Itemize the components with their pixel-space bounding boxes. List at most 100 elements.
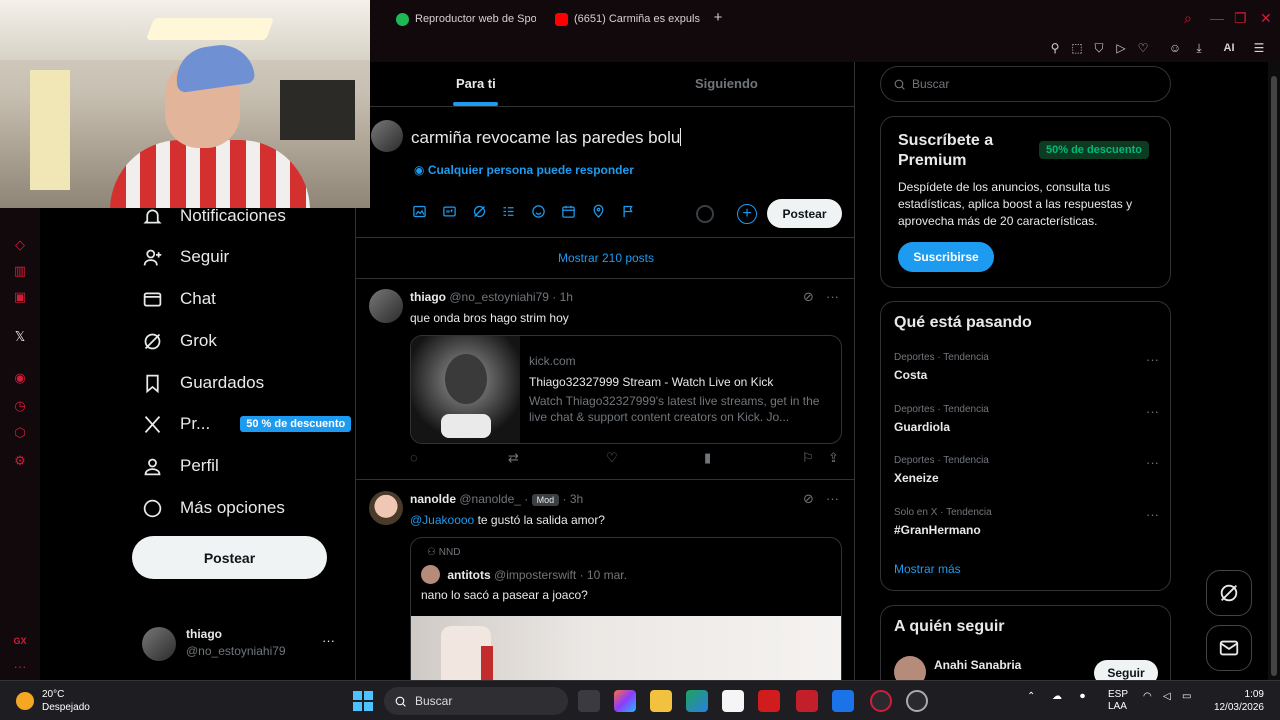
grok-icon[interactable]: ⊘: [803, 491, 814, 507]
like-icon[interactable]: ♡: [606, 450, 618, 466]
nav-chat[interactable]: Chat: [140, 284, 216, 314]
grok-tool-icon[interactable]: [472, 204, 492, 224]
battery-icon[interactable]: ▭: [1182, 691, 1191, 702]
more-icon[interactable]: ···: [826, 491, 839, 506]
nav-premium[interactable]: Pr... 50 % de descuento: [140, 409, 352, 439]
more-icon[interactable]: ···: [826, 289, 839, 304]
schedule-icon[interactable]: [561, 204, 581, 224]
tab-para-ti[interactable]: Para ti: [456, 76, 496, 91]
reply-icon[interactable]: ◌: [410, 450, 418, 465]
grok-float-button[interactable]: [1206, 570, 1252, 616]
windows-start-icon[interactable]: [353, 691, 373, 711]
twitch-icon[interactable]: ▥: [11, 262, 29, 280]
messages-float-button[interactable]: [1206, 625, 1252, 671]
search-icon[interactable]: ⌕: [1184, 10, 1192, 27]
views-icon[interactable]: ▮: [704, 450, 711, 466]
mcafee-icon[interactable]: [796, 690, 818, 712]
add-thread-button[interactable]: +: [737, 204, 757, 224]
location-icon[interactable]: [591, 204, 611, 224]
profile-icon[interactable]: ☺: [1166, 39, 1184, 57]
taskbar-search[interactable]: Buscar: [384, 687, 568, 715]
more-icon[interactable]: ···: [1146, 455, 1159, 470]
volume-icon[interactable]: ◁: [1163, 691, 1171, 702]
post[interactable]: nanolde @nanolde_ · Mod · 3h ⊘ ··· @Juak…: [356, 481, 854, 680]
emoji-icon[interactable]: [531, 204, 551, 224]
more-icon[interactable]: ···: [1146, 352, 1159, 367]
quoted-post[interactable]: ⚇ NND antitots @imposterswift · 10 mar. …: [410, 537, 842, 680]
account-switcher[interactable]: thiago @no_estoyniahi79 ···: [142, 625, 342, 665]
image-icon[interactable]: [412, 204, 432, 224]
nav-grok[interactable]: Grok: [140, 326, 217, 356]
gif-icon[interactable]: [442, 204, 462, 224]
wifi-icon[interactable]: ◠: [1143, 691, 1152, 702]
trend-item[interactable]: Deportes · Tendencia Guardiola ···: [894, 404, 1159, 444]
mic-icon[interactable]: ⏺: [1080, 691, 1085, 702]
show-more-link[interactable]: Mostrar más: [894, 562, 961, 576]
compose-input[interactable]: carmiña revocame las paredes bolu: [411, 128, 682, 148]
history-icon[interactable]: ◷: [11, 397, 29, 415]
download-icon[interactable]: ⤓: [1190, 39, 1208, 57]
more-icon[interactable]: ···: [1146, 404, 1159, 419]
snapshot-icon[interactable]: ⬚: [1068, 39, 1086, 57]
heart-icon[interactable]: ♡: [1134, 39, 1152, 57]
opera-gx-icon[interactable]: [870, 690, 892, 712]
post-button-sidebar[interactable]: Postear: [132, 536, 327, 579]
tab-youtube[interactable]: (6651) Carmiña es expulsa: [555, 8, 700, 30]
bag-icon[interactable]: ◇: [11, 236, 29, 254]
close-icon[interactable]: ✕: [1260, 10, 1272, 27]
language-indicator[interactable]: ESP LAA: [1108, 689, 1128, 713]
trend-item[interactable]: Deportes · Tendencia Costa ···: [894, 352, 1159, 392]
extensions-icon[interactable]: ⬡: [11, 424, 29, 442]
edge-icon[interactable]: [686, 690, 708, 712]
lunar-app-icon[interactable]: [758, 690, 780, 712]
page-scrollbar[interactable]: [1268, 62, 1280, 680]
repost-icon[interactable]: ⇄: [508, 450, 519, 466]
file-explorer-icon[interactable]: [650, 690, 672, 712]
weather-widget[interactable]: 20°C Despejado: [16, 688, 90, 714]
search-input[interactable]: Buscar: [880, 66, 1171, 102]
post-author[interactable]: nanolde: [410, 492, 456, 506]
flag-icon[interactable]: [621, 204, 641, 224]
new-tab-button[interactable]: +: [710, 10, 726, 26]
restore-icon[interactable]: ❐: [1234, 10, 1247, 27]
trend-item[interactable]: Deportes · Tendencia Xeneize ···: [894, 455, 1159, 495]
share-icon[interactable]: ⇪: [828, 450, 839, 466]
poll-icon[interactable]: [501, 204, 521, 224]
show-new-posts[interactable]: Mostrar 210 posts: [356, 238, 854, 279]
minimize-icon[interactable]: —: [1210, 10, 1224, 26]
copilot-icon[interactable]: [614, 690, 636, 712]
player-icon[interactable]: ◉: [11, 369, 29, 387]
nav-perfil[interactable]: Perfil: [140, 451, 219, 481]
more-dots-icon[interactable]: ···: [11, 658, 29, 676]
post-button[interactable]: Postear: [767, 199, 842, 228]
trend-item[interactable]: Solo en X · Tendencia #GranHermano ···: [894, 507, 1159, 547]
chevron-up-icon[interactable]: ⌃: [1027, 691, 1035, 702]
obs-icon[interactable]: [906, 690, 928, 712]
avatar[interactable]: [369, 491, 403, 525]
shield-icon[interactable]: ⛉: [1090, 39, 1108, 57]
post-author[interactable]: thiago: [410, 290, 446, 304]
tab-siguiendo[interactable]: Siguiendo: [695, 76, 758, 91]
store-icon[interactable]: [722, 690, 744, 712]
more-dots-icon[interactable]: ···: [322, 633, 335, 648]
mention-link[interactable]: @Juakoooo: [410, 513, 474, 527]
follow-name[interactable]: Anahi Sanabria: [934, 658, 1021, 672]
x-app-icon[interactable]: 𝕏: [11, 328, 29, 346]
play-icon[interactable]: ▷: [1112, 39, 1130, 57]
grok-icon[interactable]: ⊘: [803, 289, 814, 305]
menu-icon[interactable]: ☰: [1250, 39, 1268, 57]
more-icon[interactable]: ···: [1146, 507, 1159, 522]
cloud-icon[interactable]: ☁: [1052, 691, 1062, 702]
clock[interactable]: 1:09 12/03/2026: [1198, 688, 1264, 714]
nav-guardados[interactable]: Guardados: [140, 368, 264, 398]
task-view-icon[interactable]: [578, 690, 600, 712]
dropbox-icon[interactable]: [832, 690, 854, 712]
settings-icon[interactable]: ⚙: [11, 452, 29, 470]
nav-mas-opciones[interactable]: Más opciones: [140, 493, 285, 523]
ai-button[interactable]: AI: [1216, 39, 1242, 57]
scrollbar-thumb[interactable]: [1271, 76, 1277, 676]
link-card[interactable]: kick.com Thiago32327999 Stream - Watch L…: [410, 335, 842, 444]
reply-setting-button[interactable]: ◉ Cualquier persona puede responder: [414, 163, 634, 177]
nav-seguir[interactable]: Seguir: [140, 242, 229, 272]
avatar[interactable]: [369, 289, 403, 323]
